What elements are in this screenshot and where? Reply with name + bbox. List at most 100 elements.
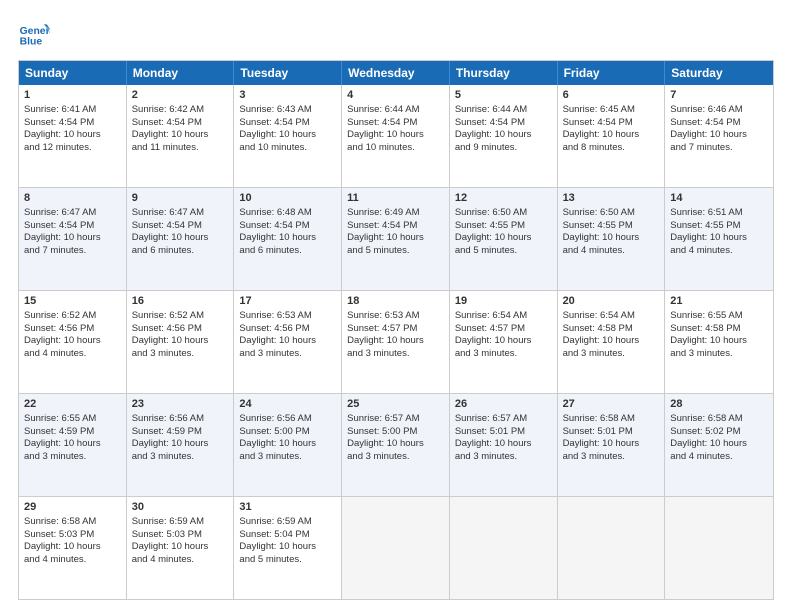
day-info: Sunrise: 6:49 AM xyxy=(347,207,444,220)
day-number: 9 xyxy=(132,191,229,206)
day-info: and 8 minutes. xyxy=(563,142,660,155)
day-info: Sunrise: 6:53 AM xyxy=(347,310,444,323)
calendar-cell xyxy=(450,497,558,599)
day-info: Sunset: 4:57 PM xyxy=(347,323,444,336)
day-info: and 3 minutes. xyxy=(24,451,121,464)
day-info: and 12 minutes. xyxy=(24,142,121,155)
day-info: and 3 minutes. xyxy=(563,451,660,464)
day-info: and 3 minutes. xyxy=(347,451,444,464)
weekday-thursday: Thursday xyxy=(450,61,558,85)
day-info: Sunrise: 6:47 AM xyxy=(132,207,229,220)
calendar-cell: 13Sunrise: 6:50 AMSunset: 4:55 PMDayligh… xyxy=(558,188,666,290)
logo-icon: General Blue xyxy=(18,18,50,50)
day-info: and 7 minutes. xyxy=(24,245,121,258)
day-info: Daylight: 10 hours xyxy=(132,129,229,142)
day-number: 18 xyxy=(347,294,444,309)
calendar-cell: 28Sunrise: 6:58 AMSunset: 5:02 PMDayligh… xyxy=(665,394,773,496)
day-info: Daylight: 10 hours xyxy=(239,232,336,245)
day-info: and 5 minutes. xyxy=(239,554,336,567)
day-info: Daylight: 10 hours xyxy=(24,438,121,451)
day-info: Daylight: 10 hours xyxy=(563,232,660,245)
page: General Blue Sunday Monday Tuesday Wedne… xyxy=(0,0,792,612)
weekday-wednesday: Wednesday xyxy=(342,61,450,85)
day-info: Sunrise: 6:54 AM xyxy=(455,310,552,323)
weekday-monday: Monday xyxy=(127,61,235,85)
day-info: Daylight: 10 hours xyxy=(347,232,444,245)
day-info: and 4 minutes. xyxy=(670,451,768,464)
day-info: Sunrise: 6:42 AM xyxy=(132,104,229,117)
day-info: Sunrise: 6:46 AM xyxy=(670,104,768,117)
day-info: Daylight: 10 hours xyxy=(132,232,229,245)
day-number: 4 xyxy=(347,88,444,103)
day-info: Daylight: 10 hours xyxy=(239,541,336,554)
day-info: and 3 minutes. xyxy=(563,348,660,361)
day-info: Daylight: 10 hours xyxy=(455,129,552,142)
calendar-cell: 6Sunrise: 6:45 AMSunset: 4:54 PMDaylight… xyxy=(558,85,666,187)
day-info: Daylight: 10 hours xyxy=(347,129,444,142)
calendar-cell: 1Sunrise: 6:41 AMSunset: 4:54 PMDaylight… xyxy=(19,85,127,187)
calendar-cell: 29Sunrise: 6:58 AMSunset: 5:03 PMDayligh… xyxy=(19,497,127,599)
calendar-cell: 23Sunrise: 6:56 AMSunset: 4:59 PMDayligh… xyxy=(127,394,235,496)
header: General Blue xyxy=(18,18,774,50)
day-info: Daylight: 10 hours xyxy=(24,232,121,245)
day-info: and 10 minutes. xyxy=(347,142,444,155)
day-info: Daylight: 10 hours xyxy=(563,129,660,142)
calendar-cell: 9Sunrise: 6:47 AMSunset: 4:54 PMDaylight… xyxy=(127,188,235,290)
day-info: Sunrise: 6:44 AM xyxy=(347,104,444,117)
day-number: 22 xyxy=(24,397,121,412)
day-info: Daylight: 10 hours xyxy=(563,335,660,348)
day-info: Daylight: 10 hours xyxy=(239,438,336,451)
day-info: Daylight: 10 hours xyxy=(347,335,444,348)
day-info: Sunrise: 6:57 AM xyxy=(455,413,552,426)
day-info: Sunrise: 6:58 AM xyxy=(670,413,768,426)
day-info: Daylight: 10 hours xyxy=(239,129,336,142)
day-number: 14 xyxy=(670,191,768,206)
day-number: 20 xyxy=(563,294,660,309)
logo: General Blue xyxy=(18,18,54,50)
day-number: 2 xyxy=(132,88,229,103)
day-number: 23 xyxy=(132,397,229,412)
day-info: and 4 minutes. xyxy=(132,554,229,567)
day-number: 24 xyxy=(239,397,336,412)
day-info: and 3 minutes. xyxy=(132,348,229,361)
day-info: Daylight: 10 hours xyxy=(347,438,444,451)
day-info: Sunset: 4:54 PM xyxy=(347,117,444,130)
day-info: and 3 minutes. xyxy=(239,348,336,361)
day-number: 26 xyxy=(455,397,552,412)
day-number: 28 xyxy=(670,397,768,412)
calendar-cell: 5Sunrise: 6:44 AMSunset: 4:54 PMDaylight… xyxy=(450,85,558,187)
day-number: 31 xyxy=(239,500,336,515)
day-number: 13 xyxy=(563,191,660,206)
day-info: and 4 minutes. xyxy=(24,348,121,361)
day-number: 3 xyxy=(239,88,336,103)
day-info: Sunset: 4:59 PM xyxy=(24,426,121,439)
day-info: Sunrise: 6:48 AM xyxy=(239,207,336,220)
day-info: and 6 minutes. xyxy=(132,245,229,258)
day-number: 21 xyxy=(670,294,768,309)
calendar-cell: 24Sunrise: 6:56 AMSunset: 5:00 PMDayligh… xyxy=(234,394,342,496)
day-number: 25 xyxy=(347,397,444,412)
day-info: Sunrise: 6:58 AM xyxy=(563,413,660,426)
calendar-cell: 21Sunrise: 6:55 AMSunset: 4:58 PMDayligh… xyxy=(665,291,773,393)
day-info: and 3 minutes. xyxy=(347,348,444,361)
day-info: Sunset: 4:54 PM xyxy=(455,117,552,130)
day-number: 10 xyxy=(239,191,336,206)
calendar-row: 15Sunrise: 6:52 AMSunset: 4:56 PMDayligh… xyxy=(19,291,773,394)
calendar-cell: 10Sunrise: 6:48 AMSunset: 4:54 PMDayligh… xyxy=(234,188,342,290)
calendar-cell: 31Sunrise: 6:59 AMSunset: 5:04 PMDayligh… xyxy=(234,497,342,599)
day-number: 8 xyxy=(24,191,121,206)
day-info: and 4 minutes. xyxy=(563,245,660,258)
day-info: Sunrise: 6:58 AM xyxy=(24,516,121,529)
day-info: Sunrise: 6:55 AM xyxy=(24,413,121,426)
day-info: and 9 minutes. xyxy=(455,142,552,155)
day-number: 12 xyxy=(455,191,552,206)
day-number: 11 xyxy=(347,191,444,206)
day-info: Sunrise: 6:52 AM xyxy=(24,310,121,323)
day-number: 17 xyxy=(239,294,336,309)
day-info: Sunset: 5:04 PM xyxy=(239,529,336,542)
day-info: Sunrise: 6:50 AM xyxy=(563,207,660,220)
day-info: Daylight: 10 hours xyxy=(132,335,229,348)
day-info: Sunrise: 6:44 AM xyxy=(455,104,552,117)
day-info: Sunrise: 6:54 AM xyxy=(563,310,660,323)
day-info: and 7 minutes. xyxy=(670,142,768,155)
